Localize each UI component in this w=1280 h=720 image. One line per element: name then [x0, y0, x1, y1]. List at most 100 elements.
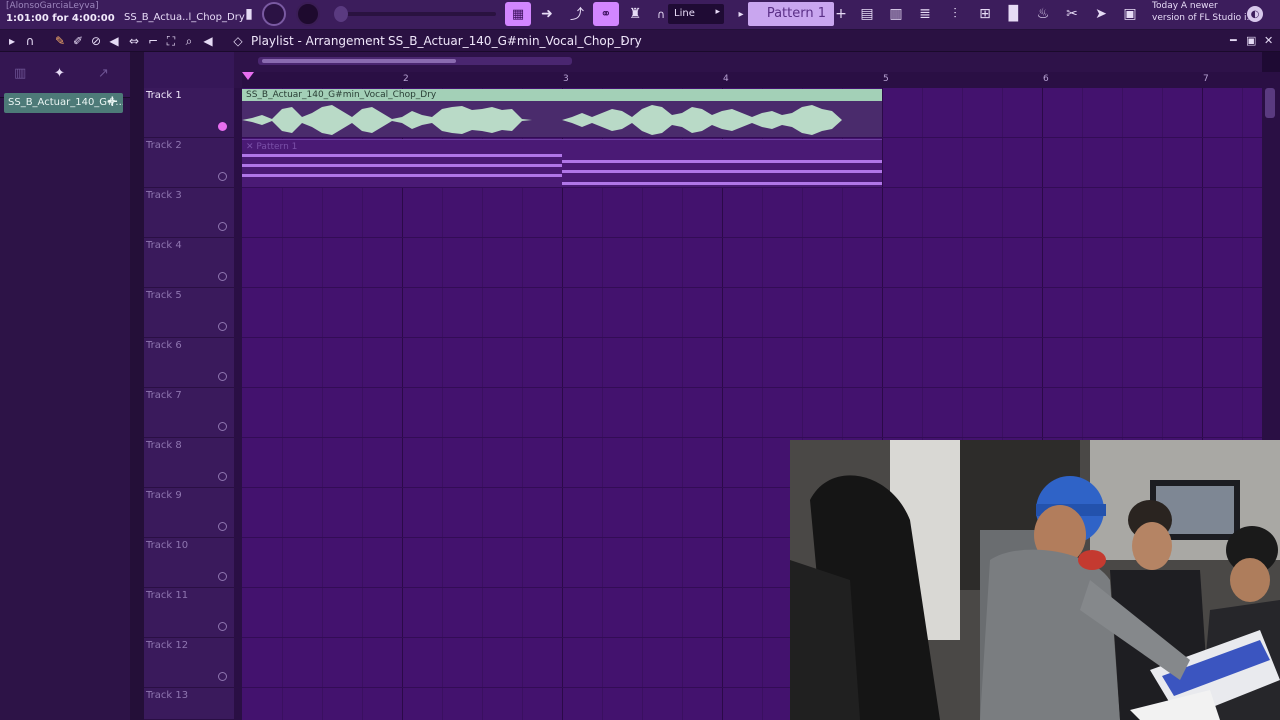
automation-icon[interactable]: ↗ — [98, 66, 109, 81]
breadcrumb-separator: › — [376, 34, 381, 47]
add-pattern-icon[interactable]: + — [830, 3, 852, 25]
vertical-scroll-thumb[interactable] — [1265, 88, 1275, 118]
select-icon[interactable]: ⛶ — [163, 33, 179, 49]
track-header[interactable]: Track 2 — [144, 138, 234, 188]
master-pitch-knob[interactable] — [296, 2, 320, 26]
mute-icon[interactable]: ◀ — [106, 33, 122, 49]
bar-number: 4 — [723, 74, 729, 84]
slip-icon[interactable]: ⇔ — [126, 33, 142, 49]
master-volume-knob[interactable] — [262, 2, 286, 26]
track-lane[interactable] — [242, 388, 1262, 438]
track-record-dot[interactable] — [218, 222, 227, 231]
track-header[interactable]: Track 1 — [144, 88, 234, 138]
track-header[interactable]: Track 8 — [144, 438, 234, 488]
piano-small-icon[interactable]: ▥ — [14, 66, 26, 81]
track-name: Track 8 — [146, 440, 182, 451]
master-slider-track[interactable] — [338, 12, 496, 16]
slice-icon[interactable]: ⌐ — [145, 33, 161, 49]
track-record-dot[interactable] — [218, 122, 227, 131]
track-header[interactable]: Track 9 — [144, 488, 234, 538]
maximize-icon[interactable]: ▣ — [1246, 34, 1256, 47]
track-record-dot[interactable] — [218, 172, 227, 181]
add-clip-icon[interactable]: ✛ — [107, 95, 118, 110]
plugin-icon[interactable]: ♨ — [1032, 3, 1054, 25]
snap-mode-value: Line — [674, 8, 695, 19]
track-gutter — [234, 88, 242, 720]
pattern-clip[interactable]: ✕ Pattern 1 — [242, 139, 882, 187]
picker-item-audio-clip[interactable]: SS_B_Actuar_140_G#... — [4, 93, 123, 113]
track-lane[interactable] — [242, 338, 1262, 388]
horizontal-scroll-handle[interactable] — [262, 59, 456, 63]
news-panel[interactable]: Today A newer version of FL Studio i... — [1152, 0, 1255, 24]
track-header[interactable]: Track 11 — [144, 588, 234, 638]
clip-picker-panel — [0, 52, 130, 720]
stamp-icon[interactable]: ♜ — [624, 3, 646, 25]
track-record-dot[interactable] — [218, 272, 227, 281]
track-record-dot[interactable] — [218, 622, 227, 631]
time-position: 1:01:00 for 4:00:00 — [6, 13, 115, 24]
speaker-icon[interactable]: ◀ — [200, 33, 216, 49]
link-icon[interactable]: ⚭ — [593, 2, 619, 26]
panel-divider[interactable] — [130, 52, 144, 720]
play-icon[interactable]: ▸ — [4, 33, 20, 49]
tools-icon[interactable]: ✂ — [1061, 3, 1083, 25]
track-record-dot[interactable] — [218, 572, 227, 581]
track-lane[interactable] — [242, 238, 1262, 288]
master-slider-handle[interactable] — [334, 6, 348, 22]
note-bar — [242, 164, 562, 167]
zoom-icon[interactable]: ⌕ — [181, 33, 197, 49]
track-record-dot[interactable] — [218, 522, 227, 531]
breadcrumb-clip[interactable]: SS_B_Actuar_140_G#min_Vocal_Chop_Dry — [388, 34, 642, 48]
track-header[interactable]: Track 4 — [144, 238, 234, 288]
note-bar — [242, 174, 562, 177]
delete-icon[interactable]: ⊘ — [88, 33, 104, 49]
news-line-1: Today A newer — [1152, 1, 1218, 11]
track-lane[interactable] — [242, 288, 1262, 338]
track-record-dot[interactable] — [218, 422, 227, 431]
track-record-dot[interactable] — [218, 672, 227, 681]
track-header[interactable]: Track 10 — [144, 538, 234, 588]
track-name: Track 9 — [146, 490, 182, 501]
track-header[interactable]: Track 6 — [144, 338, 234, 388]
arrow-icon[interactable]: ➜ — [536, 3, 558, 25]
track-record-dot[interactable] — [218, 322, 227, 331]
audio-clip-header[interactable]: SS_B_Actuar_140_G#min_Vocal_Chop_Dry — [242, 89, 882, 101]
arrows-icon[interactable]: ◇ — [230, 33, 246, 49]
webcam-scene — [790, 440, 1280, 720]
audio-clip-label: SS_B_Actuar_140_G#min_Vocal_Chop_Dry — [246, 90, 437, 100]
playlist-icon[interactable]: ▤ — [856, 3, 878, 25]
song-name: SS_B_Actua..l_Chop_Dry — [124, 12, 245, 23]
browser-icon[interactable]: ⊞ — [974, 3, 996, 25]
track-header[interactable]: Track 13 — [144, 688, 234, 720]
paint-icon[interactable]: ✐ — [70, 33, 86, 49]
file-icon[interactable]: ▉ — [1003, 3, 1025, 25]
magnet-snap-icon[interactable]: ∩ — [22, 33, 38, 49]
mixer-icon[interactable]: ≣ — [914, 3, 936, 25]
timeline-ruler[interactable]: 2 3 4 5 6 7 — [242, 72, 1262, 88]
track-record-dot[interactable] — [218, 472, 227, 481]
track-header[interactable]: Track 5 — [144, 288, 234, 338]
pencil-icon[interactable]: ✎ — [52, 33, 68, 49]
pattern-selector[interactable]: Pattern 1 — [748, 2, 834, 26]
hint-user: [AlonsoGarciaLeyva] — [6, 1, 99, 11]
cart-icon[interactable]: ▣ — [1119, 3, 1141, 25]
pattern-song-toggle-icon[interactable]: ▮ — [238, 3, 260, 25]
close-icon[interactable]: ✕ — [1264, 34, 1273, 47]
playhead-marker[interactable] — [242, 72, 254, 80]
chevron-right-icon: ▸ — [715, 7, 720, 17]
minimize-icon[interactable]: ━ — [1230, 34, 1237, 47]
audio-clip-icon[interactable]: ✦ — [54, 66, 65, 81]
news-icon[interactable]: ◐ — [1247, 6, 1263, 22]
piano-roll-icon[interactable]: ▦ — [505, 2, 531, 26]
audio-clip[interactable]: SS_B_Actuar_140_G#min_Vocal_Chop_Dry — [242, 89, 882, 137]
snap-mode-select[interactable]: Line ▸ — [668, 4, 724, 24]
channel-rack-icon[interactable]: ▥ — [885, 3, 907, 25]
track-lane[interactable] — [242, 188, 1262, 238]
track-header[interactable]: Track 3 — [144, 188, 234, 238]
download-icon[interactable]: ➤ — [1090, 3, 1112, 25]
draw-icon[interactable]: ⤴ — [566, 3, 588, 25]
track-header[interactable]: Track 7 — [144, 388, 234, 438]
track-record-dot[interactable] — [218, 372, 227, 381]
mixer-sliders-icon[interactable]: ⫶ — [944, 3, 966, 25]
track-header[interactable]: Track 12 — [144, 638, 234, 688]
